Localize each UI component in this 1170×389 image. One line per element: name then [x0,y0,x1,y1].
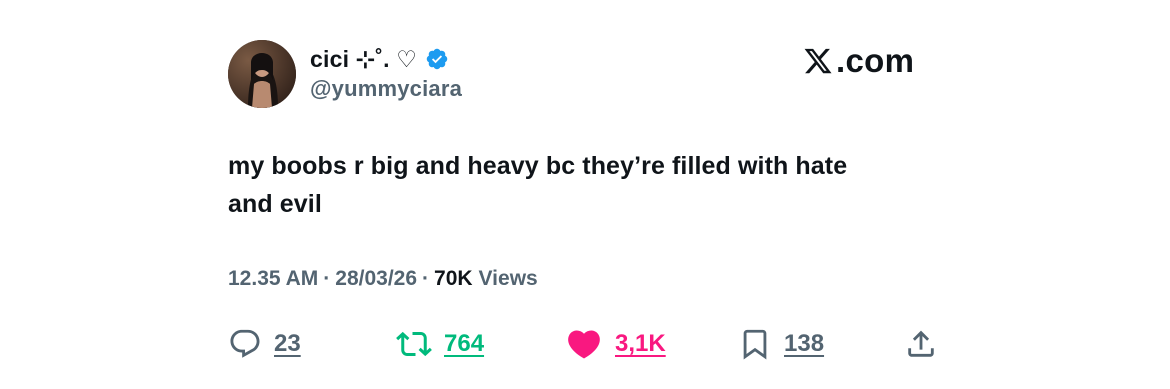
reply-count[interactable]: 23 [274,330,301,358]
retweet-count[interactable]: 764 [444,330,484,358]
brand-text: .com [836,42,915,79]
share-icon [908,330,934,357]
views-label: Views [478,267,538,290]
bookmark-count[interactable]: 138 [784,330,824,358]
tweet-meta: 12.35 AM · 28/03/26 · 70K Views [228,267,538,291]
avatar[interactable] [228,40,296,108]
tweet-text-line-2: and evil [228,190,322,218]
bookmark-button[interactable]: 138 [738,322,824,366]
tweet-text: my boobs r big and heavy bc they’re fill… [228,147,948,223]
author-name-row: cici ⊹˚. ♡ [310,44,449,74]
brand-watermark: .com [803,40,914,82]
like-button[interactable]: 3,1K [565,322,666,366]
retweet-button[interactable]: 764 [396,322,484,366]
tweet-time[interactable]: 12.35 AM [228,267,318,291]
meta-separator: · [422,267,430,290]
reply-button[interactable]: 23 [228,322,301,366]
like-count[interactable]: 3,1K [615,330,666,358]
views-count: 70K [434,267,473,290]
tweet-date[interactable]: 28/03/26 [335,267,417,291]
verified-badge-icon [426,48,448,70]
author-display-name[interactable]: cici ⊹˚. ♡ [310,46,417,73]
retweet-icon [396,331,432,357]
share-button[interactable] [904,322,938,366]
tweet-text-line-1: my boobs r big and heavy bc they’re fill… [228,152,848,180]
bookmark-icon [743,329,767,360]
x-logo-icon [804,48,832,74]
action-bar: 23 764 3,1K 138 [228,322,948,366]
meta-separator: · [323,267,331,290]
heart-icon [568,330,600,359]
author-handle[interactable]: @yummyciara [310,76,462,102]
reply-icon [230,329,260,358]
